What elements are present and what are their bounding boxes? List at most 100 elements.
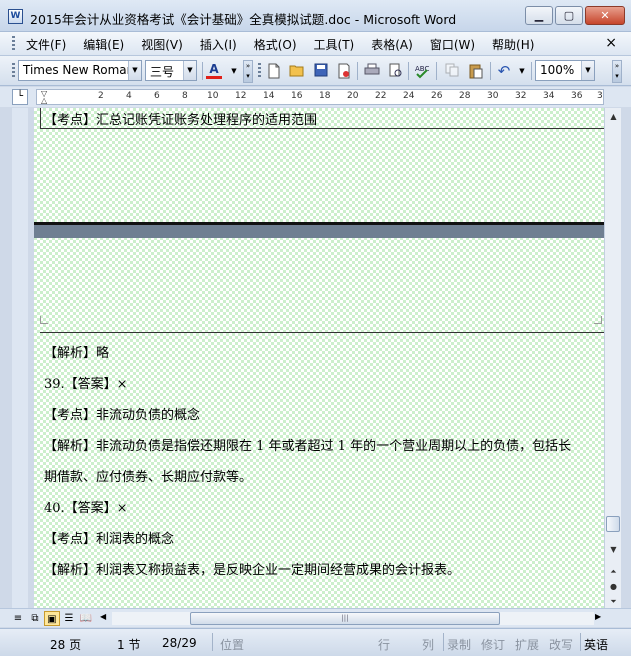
print-preview-icon[interactable] <box>388 63 404 79</box>
menu-tools[interactable]: 工具(T) <box>314 36 355 53</box>
spelling-grammar-icon[interactable]: ABC <box>414 63 430 79</box>
toolbar-separator <box>357 62 358 80</box>
ruler-tick: 2 <box>98 91 104 101</box>
menu-format[interactable]: 格式(O) <box>254 36 297 53</box>
doc-line: 39.【答案】× <box>44 377 128 392</box>
ruler-tick: 32 <box>515 91 527 101</box>
scroll-up-icon[interactable]: ▲ <box>605 108 622 125</box>
menu-view[interactable]: 视图(V) <box>141 36 183 53</box>
scroll-left-icon[interactable]: ◀ <box>100 612 106 621</box>
status-page: 28 页 <box>50 638 82 652</box>
doc-line: 【解析】略 <box>44 346 110 361</box>
chevron-down-icon[interactable]: ▼ <box>128 61 141 80</box>
chevron-down-icon[interactable]: ▼ <box>183 61 196 80</box>
horizontal-scroll-thumb[interactable]: ||| <box>190 612 500 625</box>
ruler-tick: 16 <box>291 91 303 101</box>
close-document-icon[interactable]: × <box>605 35 617 51</box>
toolbar-grip-handle[interactable] <box>12 63 15 79</box>
web-layout-view-icon[interactable]: ⧉ <box>27 611 43 626</box>
menu-edit[interactable]: 编辑(E) <box>83 36 124 53</box>
status-separator <box>580 633 581 651</box>
doc-line: 【解析】非流动负债是指偿还期限在 1 年或者超过 1 年的一个营业周期以上的负债… <box>44 439 572 454</box>
font-name-select[interactable]: Times New Roman ▼ <box>18 60 142 81</box>
vertical-ruler[interactable] <box>12 108 28 608</box>
toolbar-separator <box>436 62 437 80</box>
doc-line: 【解析】利润表又称损益表，是反映企业一定期间经营成果的会计报表。 <box>44 563 461 578</box>
toolbar-overflow-chevron[interactable]: » ▾ <box>612 60 622 83</box>
status-column: 列 <box>422 638 435 652</box>
ruler-tick: 36 <box>571 91 583 101</box>
menu-insert[interactable]: 插入(I) <box>200 36 237 53</box>
permission-icon[interactable] <box>336 63 352 79</box>
new-document-icon[interactable] <box>266 63 282 79</box>
save-icon[interactable] <box>313 63 329 79</box>
ruler-tick: 38 <box>597 91 603 101</box>
status-separator <box>212 633 213 651</box>
toolbar-separator <box>490 62 491 80</box>
zoom-select[interactable]: 100% ▼ <box>535 60 595 81</box>
outline-view-icon[interactable]: ☰ <box>61 611 77 626</box>
menu-window[interactable]: 窗口(W) <box>430 36 475 53</box>
status-overwrite[interactable]: 改写 <box>549 636 573 653</box>
ruler-tick: 4 <box>126 91 132 101</box>
font-size-select[interactable]: 三号 ▼ <box>145 60 197 81</box>
print-icon[interactable] <box>364 63 380 79</box>
ruler-tick: 30 <box>487 91 499 101</box>
open-folder-icon[interactable] <box>289 63 305 79</box>
window-title: 2015年会计从业资格考试《会计基础》全真模拟试题.doc - Microsof… <box>30 12 457 27</box>
status-record[interactable]: 录制 <box>447 636 471 653</box>
document-canvas[interactable]: 【考点】汇总记账凭证账务处理程序的适用范围 【解析】略 39.【答案】× 【考点… <box>34 108 604 608</box>
horizontal-scroll-row: ≡ ⧉ ▣ ☰ 📖 ◀ ||| ▶ <box>0 608 631 627</box>
title-bar: W 2015年会计从业资格考试《会计基础》全真模拟试题.doc - Micros… <box>0 0 631 32</box>
scroll-right-icon[interactable]: ▶ <box>595 612 601 621</box>
menu-table[interactable]: 表格(A) <box>371 36 413 53</box>
menu-file[interactable]: 文件(F) <box>26 36 66 53</box>
word-app-icon[interactable]: W <box>8 9 23 24</box>
status-revise[interactable]: 修订 <box>481 636 505 653</box>
vertical-scrollbar[interactable]: ▲ ▼ ⏶ ● ⏷ <box>604 108 621 608</box>
ruler-tick: 26 <box>431 91 443 101</box>
copy-icon[interactable] <box>444 63 460 79</box>
print-layout-view-icon[interactable]: ▣ <box>44 611 60 626</box>
toolbar-overflow-chevron[interactable]: » ▾ <box>243 60 253 83</box>
status-extend[interactable]: 扩展 <box>515 636 539 653</box>
ruler-tick: 20 <box>347 91 359 101</box>
normal-view-icon[interactable]: ≡ <box>10 611 26 626</box>
vertical-scroll-thumb[interactable] <box>606 516 620 532</box>
doc-line: 期借款、应付债券、长期应付款等。 <box>44 470 253 485</box>
undo-icon[interactable]: ↶ <box>496 63 512 79</box>
font-color-icon[interactable]: A <box>206 61 222 79</box>
page-corner-mark <box>40 316 48 324</box>
status-separator <box>443 633 444 651</box>
status-bar: 28 页 1 节 28/29 位置 行 列 录制 修订 扩展 改写 英语 <box>0 628 631 656</box>
status-line: 行 <box>378 638 391 652</box>
minimize-button[interactable]: ▁ <box>525 6 553 25</box>
doc-line: 【考点】非流动负债的概念 <box>44 408 201 423</box>
doc-line: 【考点】汇总记账凭证账务处理程序的适用范围 <box>44 113 318 128</box>
ruler-tick: 10 <box>207 91 219 101</box>
ruler-tick: 12 <box>235 91 247 101</box>
chevron-down-icon[interactable]: ▼ <box>581 61 594 80</box>
menu-bar: 文件(F) 编辑(E) 视图(V) 插入(I) 格式(O) 工具(T) 表格(A… <box>0 32 631 56</box>
window-controls: ▁ ▢ ✕ <box>525 6 625 25</box>
menu-help[interactable]: 帮助(H) <box>492 36 534 53</box>
scroll-down-icon[interactable]: ▼ <box>605 541 622 558</box>
menu-grip-handle[interactable] <box>12 36 15 52</box>
close-window-button[interactable]: ✕ <box>585 6 625 25</box>
font-color-dropdown-icon[interactable]: ▼ <box>226 63 242 79</box>
status-section: 1 节 <box>117 638 141 652</box>
ruler-tick: 18 <box>319 91 331 101</box>
tab-stop-selector[interactable]: └ <box>12 89 28 105</box>
toolbar-separator <box>408 62 409 80</box>
standard-toolbar-grip[interactable] <box>258 63 261 79</box>
maximize-button[interactable]: ▢ <box>555 6 583 25</box>
undo-dropdown-icon[interactable]: ▼ <box>514 63 530 79</box>
status-language[interactable]: 英语 <box>584 636 608 653</box>
reading-view-icon[interactable]: 📖 <box>78 611 94 626</box>
status-position: 位置 <box>220 638 245 652</box>
status-page-of: 28/29 <box>162 636 197 650</box>
horizontal-ruler[interactable]: ▽ △ 2 4 6 8 10 12 14 16 18 20 22 24 26 28… <box>36 89 604 105</box>
indent-marker-icon[interactable]: ▽ △ <box>41 90 50 104</box>
ruler-tick: 34 <box>543 91 555 101</box>
paste-icon[interactable] <box>468 63 484 79</box>
